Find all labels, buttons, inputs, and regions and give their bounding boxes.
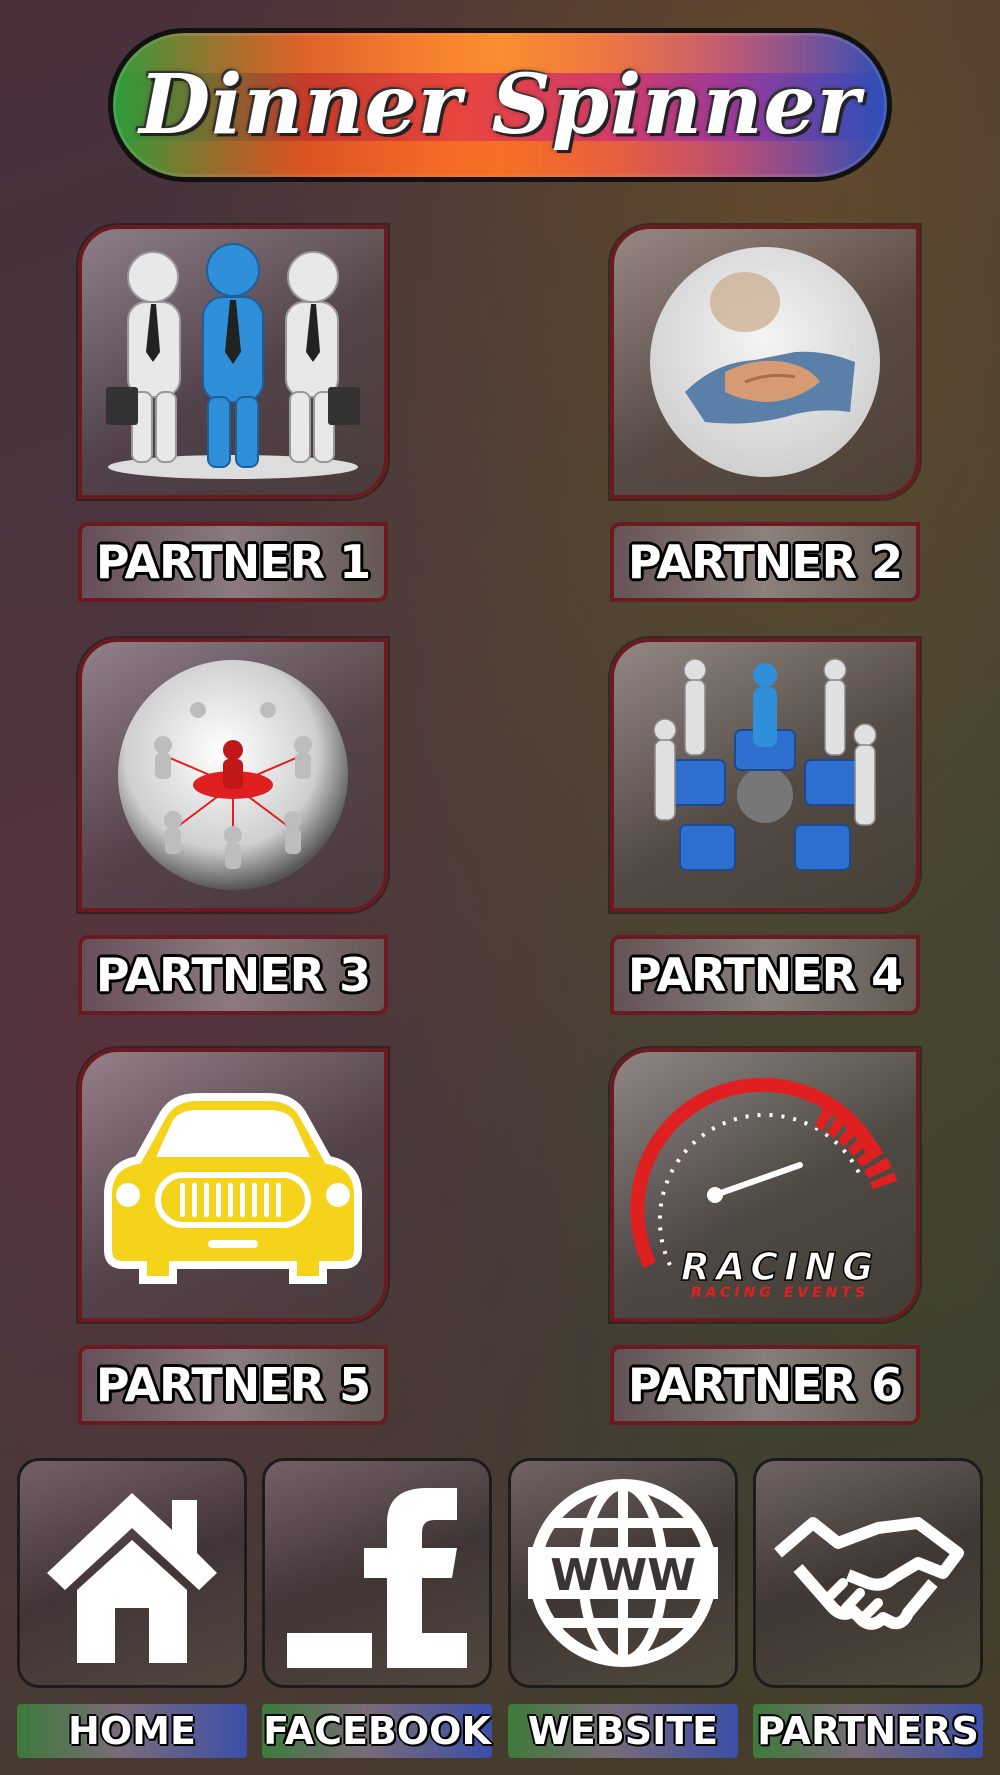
partner-4-label[interactable]: PARTNER 4 (610, 935, 920, 1015)
handshake-photo-icon (650, 247, 880, 477)
partner-1-tile[interactable] (78, 225, 388, 499)
business-team-icon (106, 243, 360, 479)
partner-6-tile[interactable]: RACING RACING EVENTS (610, 1048, 920, 1322)
facebook-label[interactable]: FACEBOOK (262, 1704, 492, 1758)
website-button[interactable]: WWW (508, 1458, 738, 1688)
app-title: Dinner Spinner (139, 57, 861, 153)
network-people-icon (118, 660, 348, 890)
partner-6-label[interactable]: PARTNER 6 (610, 1345, 920, 1425)
partner-4-tile[interactable] (610, 638, 920, 912)
partners-button[interactable] (753, 1458, 983, 1688)
partners-label[interactable]: PARTNERS (753, 1704, 983, 1758)
yellow-car-icon (104, 1093, 362, 1284)
partner-5-label[interactable]: PARTNER 5 (78, 1345, 388, 1425)
partner-2-tile[interactable] (610, 225, 920, 499)
puzzle-team-icon (653, 658, 877, 871)
racing-logo-subtitle: RACING EVENTS (691, 1285, 869, 1301)
partner-2-label[interactable]: PARTNER 2 (610, 522, 920, 602)
home-button[interactable] (17, 1458, 247, 1688)
globe-www-text: WWW (550, 1550, 696, 1601)
racing-logo-title: RACING (681, 1245, 880, 1289)
handshake-icon (774, 1517, 964, 1630)
partner-3-tile[interactable] (78, 638, 388, 912)
home-icon (47, 1493, 217, 1663)
partner-5-tile[interactable] (78, 1048, 388, 1322)
partner-1-label[interactable]: PARTNER 1 (78, 522, 388, 602)
partner-3-label[interactable]: PARTNER 3 (78, 935, 388, 1015)
facebook-button[interactable] (262, 1458, 492, 1688)
title-banner: Dinner Spinner (108, 28, 892, 182)
website-label[interactable]: WEBSITE (508, 1704, 738, 1758)
facebook-icon (287, 1488, 467, 1668)
racing-speedometer-icon: RACING RACING EVENTS (630, 1077, 898, 1301)
globe-www-icon: WWW (528, 1479, 718, 1667)
home-label[interactable]: HOME (17, 1704, 247, 1758)
